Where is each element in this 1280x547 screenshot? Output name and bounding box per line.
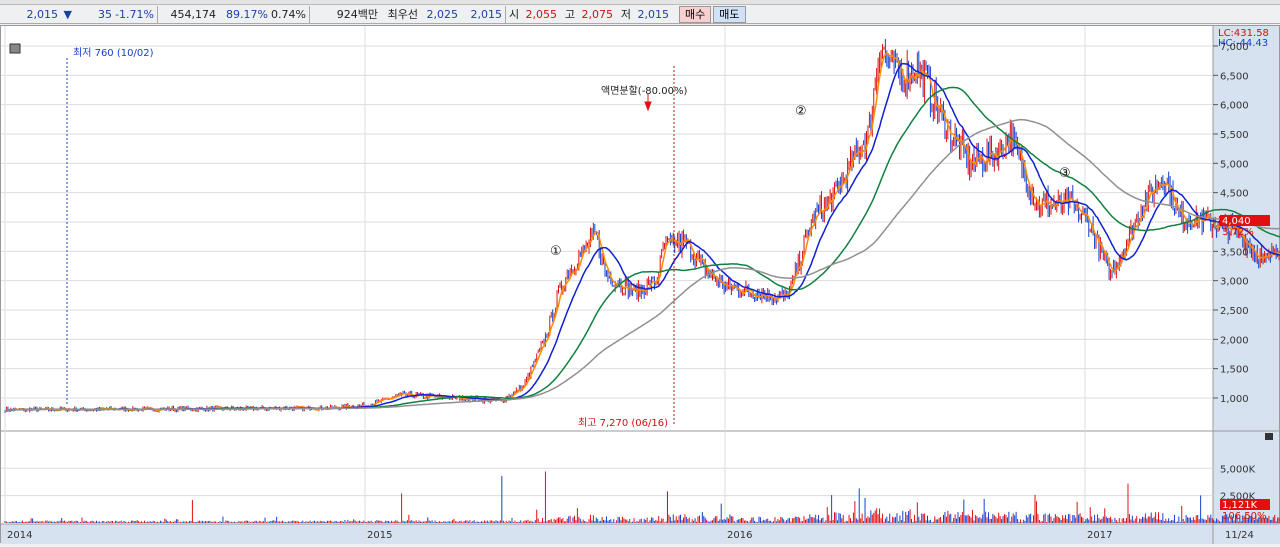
stock-chart[interactable]: 최저 760 (10/02) 최고 7,270 (06/16) 액면분할(-80… xyxy=(0,25,1280,544)
ask-price: 2,025 xyxy=(426,7,459,21)
price-tick-label: 5,000 xyxy=(1220,159,1249,170)
split-annotation: 액면분할(-80.00%) xyxy=(601,85,687,97)
wave-2-label: ② xyxy=(795,104,807,119)
ma20-line xyxy=(4,62,1280,413)
chart-menu-icon[interactable] xyxy=(9,43,21,54)
date-label: 2015 xyxy=(367,530,392,541)
change: 35 xyxy=(98,7,112,21)
sell-button[interactable]: 매도 xyxy=(713,5,746,23)
price-tick-label: 2,000 xyxy=(1220,335,1249,346)
chart-canvas[interactable]: 최저 760 (10/02) 최고 7,270 (06/16) 액면분할(-80… xyxy=(1,26,1280,544)
price-tick-label: 7,000 xyxy=(1220,42,1249,53)
current-price-value: 4,040 xyxy=(1222,216,1251,227)
trade-amount: 924백만 xyxy=(336,8,378,21)
change-pct: -1.71% xyxy=(115,7,154,21)
price-tick-label: 5,500 xyxy=(1220,130,1249,141)
wave-1-label: ① xyxy=(550,244,562,259)
volume-tick-label: 5,000K xyxy=(1220,464,1256,475)
wave-3-label: ③ xyxy=(1059,166,1071,181)
high-label: 고 xyxy=(564,8,575,21)
date-label: 2016 xyxy=(727,530,752,541)
bid-price: 2,015 xyxy=(470,7,503,21)
low-price: 2,015 xyxy=(637,7,670,21)
ma60-line xyxy=(4,86,1280,413)
price-tick-label: 1,000 xyxy=(1220,394,1249,405)
price-tick-label: 6,000 xyxy=(1220,101,1249,112)
date-label: 2014 xyxy=(7,530,32,541)
open-label: 시 xyxy=(509,8,520,21)
low-annotation: 최저 760 (10/02) xyxy=(73,47,154,59)
date-label: 2017 xyxy=(1087,530,1112,541)
current-price-pct: 3.72% xyxy=(1222,227,1254,238)
price-tick-label: 1,500 xyxy=(1220,365,1249,376)
volume: 454,174 xyxy=(170,7,217,21)
current-price: 2,015 xyxy=(26,7,59,21)
current-volume-value: 1,121K xyxy=(1222,500,1258,511)
volume-ratio: 89.17% xyxy=(226,7,268,21)
price-tick-label: 6,500 xyxy=(1220,71,1249,82)
price-tick-label: 4,500 xyxy=(1220,189,1249,200)
high-annotation: 최고 7,270 (06/16) xyxy=(578,417,668,429)
volume-menu-icon[interactable] xyxy=(1265,433,1273,440)
open-price: 2,055 xyxy=(525,7,558,21)
low-label: 저 xyxy=(620,8,631,21)
quote-bar: 2,015 ▼ 35 -1.71% 454,174 89.17% 0.74% 9… xyxy=(0,5,1280,24)
buy-button[interactable]: 매수 xyxy=(679,5,712,23)
price-tick-label: 2,500 xyxy=(1220,306,1249,317)
best-label: 최우선 xyxy=(387,8,418,21)
high-price: 2,075 xyxy=(581,7,614,21)
price-tick-label: 3,000 xyxy=(1220,277,1249,288)
current-volume-pct: 106.50% xyxy=(1222,511,1267,522)
price-tick-label: 3,500 xyxy=(1220,247,1249,258)
turnover: 0.74% xyxy=(271,7,306,21)
down-arrow-icon: ▼ xyxy=(63,7,72,21)
date-label: 11/24 xyxy=(1225,530,1254,541)
